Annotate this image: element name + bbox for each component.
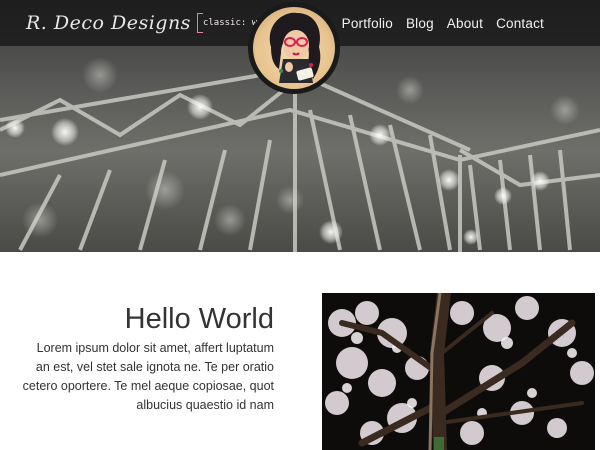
logo-text: R. Deco Designs xyxy=(26,12,191,34)
main-nav: Portfolio Blog About Contact xyxy=(342,0,544,46)
nav-link-contact[interactable]: Contact xyxy=(496,16,544,31)
page-heading: Hello World xyxy=(124,303,274,335)
intro-paragraph: Lorem ipsum dolor sit amet, affert lupta… xyxy=(22,341,274,412)
avatar-illustration xyxy=(253,7,335,89)
nav-link-blog[interactable]: Blog xyxy=(406,16,434,31)
nav-link-portfolio[interactable]: Portfolio xyxy=(342,16,393,31)
avatar[interactable] xyxy=(248,2,340,94)
pinup-girl-illustration xyxy=(269,12,321,83)
cherry-blossom-photo xyxy=(322,293,595,450)
blossom-tree-image xyxy=(325,293,594,450)
nav-link-about[interactable]: About xyxy=(447,16,483,31)
